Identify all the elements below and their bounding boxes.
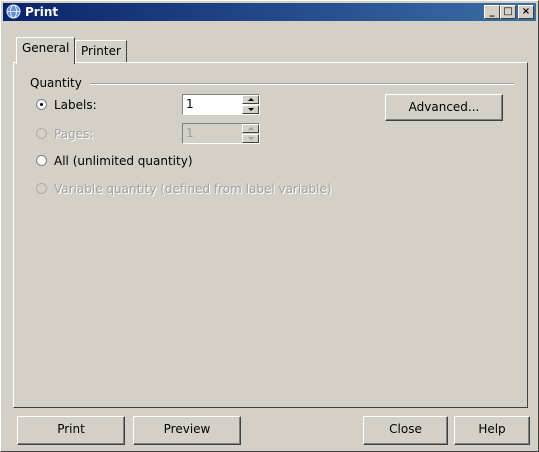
pages-radio-label: Pages:	[54, 127, 94, 141]
close-button-label: Close	[389, 422, 422, 436]
preview-button-label: Preview	[163, 422, 211, 436]
pages-radio-button	[36, 128, 47, 139]
arrow-up-icon	[248, 98, 254, 101]
group-divider	[90, 83, 514, 85]
tab-general-label: General	[22, 41, 70, 55]
all-radio-label: All (unlimited quantity)	[54, 154, 193, 168]
print-dialog: Print _ □ × General Printer Quantity Lab…	[0, 0, 539, 452]
labels-radio-label: Labels:	[54, 98, 97, 112]
app-icon	[6, 4, 21, 19]
close-button[interactable]: Close	[363, 416, 448, 445]
quantity-group-label: Quantity	[30, 76, 82, 90]
print-button-label: Print	[57, 422, 85, 436]
advanced-button-label: Advanced...	[408, 100, 480, 114]
window-title: Print	[25, 5, 59, 19]
pages-quantity-value: 1	[186, 126, 194, 140]
pages-spin-buttons	[242, 124, 259, 143]
variable-radio-label: Variable quantity (defined from label va…	[54, 182, 332, 196]
tab-printer-label: Printer	[81, 44, 121, 58]
general-panel: Quantity Labels: 1 Pages: 1 All (unlimit…	[13, 62, 528, 408]
arrow-up-icon	[248, 127, 254, 130]
pages-increment-button	[242, 124, 259, 133]
radio-selected-dot	[40, 103, 43, 106]
labels-decrement-button[interactable]	[242, 105, 259, 114]
labels-radio-button[interactable]	[36, 99, 47, 110]
maximize-button[interactable]: □	[500, 5, 516, 19]
labels-quantity-value[interactable]: 1	[186, 97, 194, 111]
advanced-button[interactable]: Advanced...	[385, 94, 503, 121]
labels-quantity-stepper[interactable]: 1	[182, 94, 260, 115]
tab-printer[interactable]: Printer	[75, 40, 127, 62]
close-window-button[interactable]: ×	[518, 5, 534, 19]
all-radio-button[interactable]	[36, 155, 47, 166]
labels-spin-buttons	[242, 95, 259, 114]
arrow-down-icon	[248, 137, 254, 140]
tab-general[interactable]: General	[16, 37, 76, 64]
labels-increment-button[interactable]	[242, 95, 259, 104]
variable-radio-button	[36, 183, 47, 194]
help-button-label: Help	[478, 422, 506, 436]
help-button[interactable]: Help	[454, 416, 530, 445]
pages-quantity-stepper: 1	[182, 123, 260, 144]
pages-decrement-button	[242, 134, 259, 143]
preview-button[interactable]: Preview	[133, 416, 241, 445]
arrow-down-icon	[248, 108, 254, 111]
title-bar[interactable]: Print _ □ ×	[3, 3, 536, 21]
print-button[interactable]: Print	[17, 416, 125, 445]
minimize-button[interactable]: _	[484, 5, 500, 19]
